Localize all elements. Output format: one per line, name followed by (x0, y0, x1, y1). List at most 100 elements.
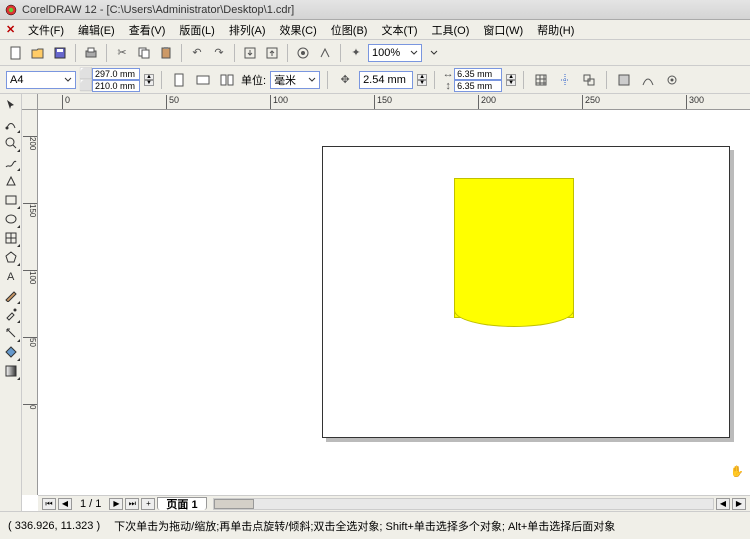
nudge-field[interactable]: 2.54 mm (359, 71, 413, 89)
basic-shapes-tool-icon[interactable] (2, 248, 20, 266)
paste-icon[interactable] (156, 43, 176, 63)
undo-icon[interactable]: ↶ (187, 43, 207, 63)
rectangle-tool-icon[interactable] (2, 191, 20, 209)
text-tool-icon[interactable]: A (2, 267, 20, 285)
mdi-close-icon[interactable]: ✕ (6, 23, 20, 37)
unit-value: 毫米 (274, 72, 296, 88)
separator (523, 71, 524, 89)
menu-window[interactable]: 窗口(W) (477, 22, 529, 38)
menu-bitmap[interactable]: 位图(B) (325, 22, 374, 38)
copy-icon[interactable] (134, 43, 154, 63)
dup-y-field[interactable]: 6.35 mm (454, 80, 502, 92)
eyedropper-tool-icon[interactable] (2, 305, 20, 323)
nudge-icon: ✥ (335, 70, 355, 90)
page-count: 1 / 1 (74, 498, 107, 510)
portrait-icon[interactable] (169, 70, 189, 90)
h-scrollbar-track[interactable] (213, 498, 714, 510)
page-width-field[interactable]: 297.0 mm (92, 68, 140, 80)
ruler-origin[interactable] (22, 94, 38, 110)
window-title: CorelDRAW 12 - [C:\Users\Administrator\D… (22, 4, 294, 16)
corel-online-icon[interactable] (315, 43, 335, 63)
snap-grid-icon[interactable] (531, 70, 551, 90)
interactive-fill-tool-icon[interactable] (2, 362, 20, 380)
dup-x-field[interactable]: 6.35 mm (454, 68, 502, 80)
menu-view[interactable]: 查看(V) (123, 22, 172, 38)
h-scrollbar-thumb[interactable] (214, 499, 254, 509)
export-icon[interactable] (262, 43, 282, 63)
paper-size-field[interactable]: A4 (6, 71, 76, 89)
separator (161, 71, 162, 89)
pick-tool-icon[interactable] (2, 96, 20, 114)
width-icon: ⬜ (80, 68, 92, 80)
interactive-blend-tool-icon[interactable] (2, 286, 20, 304)
snap-guide-icon[interactable] (555, 70, 575, 90)
sparkle-icon[interactable]: ✦ (346, 43, 366, 63)
cut-icon[interactable]: ✂ (112, 43, 132, 63)
page-height-field[interactable]: 210.0 mm (92, 80, 140, 92)
save-icon[interactable] (50, 43, 70, 63)
menu-layout[interactable]: 版面(L) (173, 22, 220, 38)
menu-effects[interactable]: 效果(C) (274, 22, 323, 38)
outline-tool-icon[interactable] (2, 324, 20, 342)
page-last-button[interactable]: ⏭ (125, 498, 139, 510)
fill-tool-icon[interactable] (2, 343, 20, 361)
nudge-spinner[interactable]: ▲▼ (417, 74, 427, 86)
separator (181, 44, 182, 62)
height-icon: ⬜ (80, 80, 92, 92)
freehand-tool-icon[interactable] (2, 153, 20, 171)
zoom-level-field[interactable]: 100% (368, 44, 422, 62)
snap-object-icon[interactable] (579, 70, 599, 90)
page-add-button[interactable]: + (141, 498, 155, 510)
smart-draw-tool-icon[interactable] (2, 172, 20, 190)
menu-tools[interactable]: 工具(O) (426, 22, 476, 38)
separator (340, 44, 341, 62)
treat-as-filled-icon[interactable] (614, 70, 634, 90)
paper-size-value: A4 (10, 74, 23, 86)
options-icon[interactable] (662, 70, 682, 90)
page-tab-1[interactable]: 页面 1 (157, 497, 206, 510)
menubar: ✕ 文件(F) 编辑(E) 查看(V) 版面(L) 排列(A) 效果(C) 位图… (0, 20, 750, 40)
graph-paper-tool-icon[interactable] (2, 229, 20, 247)
redo-icon[interactable]: ↷ (209, 43, 229, 63)
zoom-tool-icon[interactable] (2, 134, 20, 152)
print-icon[interactable] (81, 43, 101, 63)
menu-file[interactable]: 文件(F) (22, 22, 70, 38)
chevron-down-icon (410, 49, 418, 57)
window-titlebar: CorelDRAW 12 - [C:\Users\Administrator\D… (0, 0, 750, 20)
ruler-horizontal[interactable]: 0 50 100 150 200 250 300 (38, 94, 750, 110)
page-next-button[interactable]: ▶ (109, 498, 123, 510)
h-scroll-left[interactable]: ◀ (716, 498, 730, 510)
toolbox: A (0, 94, 22, 511)
yellow-shape[interactable] (454, 178, 574, 318)
dropdown-icon[interactable] (424, 43, 444, 63)
pan-hand-icon[interactable]: ✋ (730, 465, 744, 479)
import-icon[interactable] (240, 43, 260, 63)
menu-text[interactable]: 文本(T) (375, 22, 423, 38)
open-icon[interactable] (28, 43, 48, 63)
menu-help[interactable]: 帮助(H) (531, 22, 580, 38)
ruler-vertical[interactable]: 200 150 100 50 0 (22, 110, 38, 495)
separator (106, 44, 107, 62)
landscape-icon[interactable] (193, 70, 213, 90)
duplicate-offset-group: ↔6.35 mm ↕6.35 mm (442, 68, 502, 92)
dimension-spinner[interactable]: ▲▼ (144, 74, 154, 86)
drawing-canvas[interactable] (38, 110, 750, 495)
app-launcher-icon[interactable] (293, 43, 313, 63)
unit-field[interactable]: 毫米 (270, 71, 320, 89)
menu-edit[interactable]: 编辑(E) (72, 22, 121, 38)
draw-complex-icon[interactable] (638, 70, 658, 90)
dup-x-icon: ↔ (442, 68, 454, 80)
page-prev-button[interactable]: ◀ (58, 498, 72, 510)
page-layout-icon[interactable] (217, 70, 237, 90)
page-dimensions-group: ⬜297.0 mm ⬜210.0 mm (80, 68, 140, 92)
svg-text:A: A (7, 271, 15, 283)
status-hint: 下次单击为拖动/缩放;再单击点旋转/倾斜;双击全选对象; Shift+单击选择多… (114, 518, 615, 534)
menu-arrange[interactable]: 排列(A) (223, 22, 272, 38)
ellipse-tool-icon[interactable] (2, 210, 20, 228)
dup-spinner[interactable]: ▲▼ (506, 74, 516, 86)
statusbar: ( 336.926, 11.323 ) 下次单击为拖动/缩放;再单击点旋转/倾斜… (0, 511, 750, 539)
shape-tool-icon[interactable] (2, 115, 20, 133)
page-first-button[interactable]: ⏮ (42, 498, 56, 510)
new-icon[interactable] (6, 43, 26, 63)
h-scroll-right[interactable]: ▶ (732, 498, 746, 510)
